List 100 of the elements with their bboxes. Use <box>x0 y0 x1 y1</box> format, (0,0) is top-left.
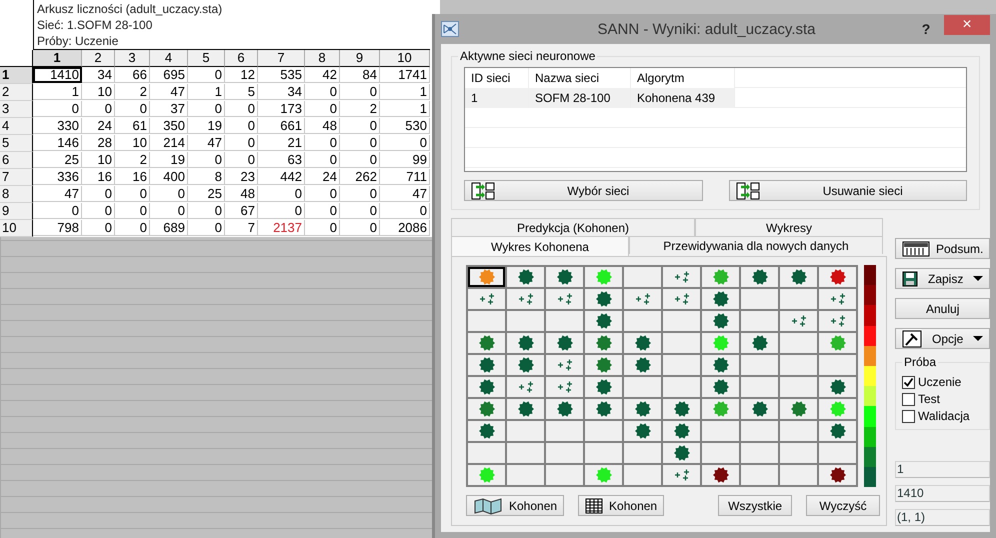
map-button[interactable]: Wyczyść <box>806 495 880 516</box>
row-header[interactable]: 10 <box>0 220 33 237</box>
map-cell[interactable] <box>819 311 856 331</box>
column-header[interactable]: 8 <box>305 50 340 67</box>
map-cell[interactable] <box>819 289 856 309</box>
map-cell[interactable] <box>702 465 739 485</box>
map-cell[interactable] <box>546 399 583 419</box>
map-cell[interactable] <box>468 267 505 287</box>
map-cell[interactable] <box>663 333 700 353</box>
map-cell[interactable] <box>663 355 700 375</box>
list-column-header[interactable]: ID sieci <box>465 68 529 88</box>
map-cell[interactable] <box>507 311 544 331</box>
checkbox[interactable] <box>902 376 915 388</box>
row-header[interactable]: 8 <box>0 186 33 203</box>
row-header[interactable]: 1 <box>0 67 33 84</box>
map-cell[interactable] <box>546 443 583 463</box>
map-cell[interactable] <box>663 289 700 309</box>
map-cell[interactable] <box>702 377 739 397</box>
row-header[interactable]: 9 <box>0 203 33 220</box>
map-cell[interactable] <box>663 443 700 463</box>
map-cell[interactable] <box>507 289 544 309</box>
tab[interactable]: Wykresy <box>695 218 883 236</box>
map-cell[interactable] <box>663 465 700 485</box>
map-cell[interactable] <box>585 421 622 441</box>
map-cell[interactable] <box>624 355 661 375</box>
map-cell[interactable] <box>507 443 544 463</box>
side-button[interactable]: Anuluj <box>895 298 990 319</box>
map-cell[interactable] <box>507 421 544 441</box>
map-cell[interactable] <box>546 267 583 287</box>
checkbox[interactable] <box>902 410 915 422</box>
map-cell[interactable] <box>702 333 739 353</box>
side-button[interactable]: Opcje <box>895 328 990 349</box>
tab[interactable]: Predykcja (Kohonen) <box>451 218 695 236</box>
map-cell[interactable] <box>819 465 856 485</box>
map-cell[interactable] <box>663 377 700 397</box>
column-header[interactable]: 7 <box>258 50 305 67</box>
map-cell[interactable] <box>585 443 622 463</box>
column-header[interactable]: 6 <box>225 50 258 67</box>
column-header[interactable]: 9 <box>340 50 380 67</box>
map-cell[interactable] <box>546 311 583 331</box>
map-cell[interactable] <box>741 465 778 485</box>
map-cell[interactable] <box>819 355 856 375</box>
column-header[interactable]: 4 <box>150 50 188 67</box>
map-cell[interactable] <box>507 399 544 419</box>
map-cell[interactable] <box>585 399 622 419</box>
map-cell[interactable] <box>546 289 583 309</box>
map-cell[interactable] <box>819 421 856 441</box>
map-cell[interactable] <box>624 465 661 485</box>
map-cell[interactable] <box>507 333 544 353</box>
map-cell[interactable] <box>780 399 817 419</box>
list-cell[interactable]: 1 <box>465 88 529 108</box>
map-cell[interactable] <box>741 267 778 287</box>
map-cell[interactable] <box>468 399 505 419</box>
map-cell[interactable] <box>819 267 856 287</box>
map-cell[interactable] <box>741 421 778 441</box>
checkbox[interactable] <box>902 392 915 406</box>
map-cell[interactable] <box>819 333 856 353</box>
map-cell[interactable] <box>624 289 661 309</box>
side-button[interactable]: Zapisz <box>895 268 990 289</box>
map-cell[interactable] <box>741 289 778 309</box>
map-cell[interactable] <box>468 465 505 485</box>
map-cell[interactable] <box>624 333 661 353</box>
column-header[interactable]: 2 <box>82 50 115 67</box>
map-cell[interactable] <box>585 465 622 485</box>
tab[interactable]: Wykres Kohonena <box>451 236 629 256</box>
map-cell[interactable] <box>702 311 739 331</box>
map-cell[interactable] <box>585 289 622 309</box>
side-button[interactable]: Podsum. <box>895 238 990 259</box>
map-cell[interactable] <box>780 421 817 441</box>
map-cell[interactable] <box>468 311 505 331</box>
map-cell[interactable] <box>624 267 661 287</box>
map-cell[interactable] <box>819 399 856 419</box>
list-cell[interactable]: SOFM 28-100 <box>529 88 631 108</box>
map-cell[interactable] <box>780 289 817 309</box>
map-cell[interactable] <box>663 267 700 287</box>
map-cell[interactable] <box>546 355 583 375</box>
map-cell[interactable] <box>546 421 583 441</box>
map-cell[interactable] <box>741 443 778 463</box>
map-cell[interactable] <box>624 377 661 397</box>
map-cell[interactable] <box>702 289 739 309</box>
map-cell[interactable] <box>702 443 739 463</box>
map-cell[interactable] <box>780 333 817 353</box>
row-header[interactable]: 3 <box>0 101 33 118</box>
map-cell[interactable] <box>741 311 778 331</box>
column-header[interactable]: 1 <box>33 50 82 67</box>
map-cell[interactable] <box>546 377 583 397</box>
map-cell[interactable] <box>780 267 817 287</box>
row-header[interactable]: 5 <box>0 135 33 152</box>
map-cell[interactable] <box>702 421 739 441</box>
map-cell[interactable] <box>546 333 583 353</box>
map-cell[interactable] <box>702 355 739 375</box>
map-cell[interactable] <box>780 443 817 463</box>
map-cell[interactable] <box>819 443 856 463</box>
map-cell[interactable] <box>663 311 700 331</box>
map-cell[interactable] <box>780 465 817 485</box>
map-button[interactable]: Kohonen <box>466 495 564 516</box>
map-cell[interactable] <box>741 355 778 375</box>
map-cell[interactable] <box>507 267 544 287</box>
map-cell[interactable] <box>663 399 700 419</box>
map-cell[interactable] <box>741 377 778 397</box>
